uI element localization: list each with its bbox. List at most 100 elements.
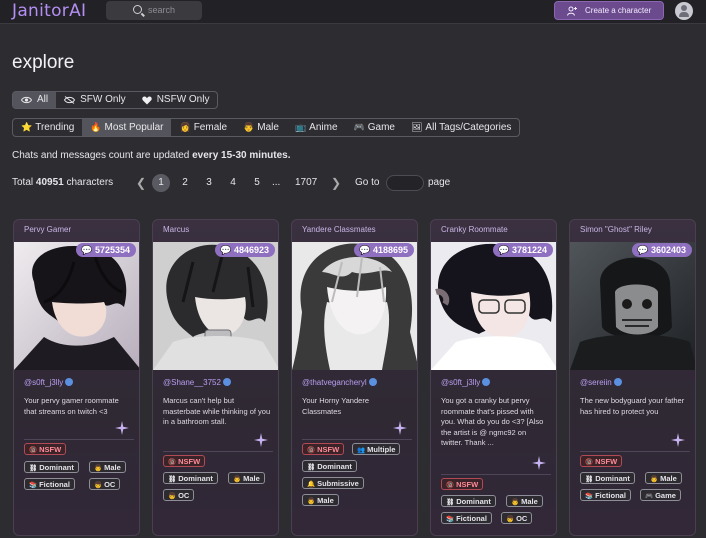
creator-link[interactable]: @s0ft_j3lly <box>441 378 491 387</box>
page-3[interactable]: 3 <box>200 174 218 192</box>
filter-nsfw-label: NSFW Only <box>156 94 210 105</box>
message-count: 4846923 <box>233 245 269 255</box>
tag-male[interactable]: 👨 Male <box>302 494 339 506</box>
message-count: 4188695 <box>372 245 408 255</box>
tag-nsfw[interactable]: 🔞 NSFW <box>302 443 345 455</box>
character-card[interactable]: Simon "Ghost" Riley 💬 3602403 @sereiin T… <box>569 219 696 536</box>
total-label: Total 40951 characters <box>12 174 113 192</box>
tag-male[interactable]: 👨 Male <box>645 472 682 484</box>
tag-dominant[interactable]: ⛓ Dominant <box>580 472 635 484</box>
page-4[interactable]: 4 <box>224 174 242 192</box>
tag-fictional[interactable]: 📚 Fictional <box>580 489 631 501</box>
tag-nsfw[interactable]: 🔞 NSFW <box>580 455 623 467</box>
tag-nsfw[interactable]: 🔞 NSFW <box>163 455 206 467</box>
card-description: Marcus can't help but masterbate while t… <box>163 396 271 426</box>
tag-dominant[interactable]: ⛓ Dominant <box>163 472 218 484</box>
character-card[interactable]: Marcus 💬 4846923 @Shane__3752 Marcus can… <box>152 219 279 536</box>
notice-emphasis: every 15-30 minutes. <box>192 150 291 161</box>
book-icon: 📚 <box>585 493 594 500</box>
message-count: 3602403 <box>650 245 686 255</box>
tag-dominant[interactable]: ⛓ Dominant <box>441 495 496 507</box>
category-tabs: ⭐ Trending 🔥 Most Popular 👩 Female 👨 Male 📺 A… <box>12 118 521 137</box>
tag-label: OC <box>104 480 116 489</box>
character-card[interactable]: Yandere Classmates 💬 4188695 @thatveganc… <box>291 219 418 536</box>
character-card[interactable]: Pervy Gamer 💬 5725354 @s0ft_j3lly Your p… <box>13 219 140 536</box>
sparkle-icon <box>671 433 685 447</box>
filter-sfw[interactable]: SFW Only <box>56 92 134 108</box>
book-icon: 📚 <box>29 482 38 489</box>
add-user-icon <box>567 6 577 16</box>
message-count-badge: 💬 3781224 <box>493 243 553 257</box>
card-description: Your pervy gamer roommate that streams o… <box>24 396 119 416</box>
sparkle-icon <box>393 421 407 435</box>
tag-label: NSFW <box>317 445 340 454</box>
search-input[interactable] <box>148 3 200 17</box>
tag-dominant[interactable]: ⛓ Dominant <box>24 461 79 473</box>
tag-dominant[interactable]: ⛓ Dominant <box>302 460 357 472</box>
tag-oc[interactable]: 👦 OC <box>501 512 533 524</box>
picture-icon: 🖼 <box>410 122 423 132</box>
goto-page-input[interactable] <box>386 175 424 191</box>
page-1[interactable]: 1 <box>152 174 170 192</box>
creator-name: @thatvegancheryl <box>302 378 367 387</box>
create-character-label: Create a character <box>585 6 652 15</box>
tag-nsfw[interactable]: 🔞 NSFW <box>441 478 484 490</box>
total-count: 40951 <box>35 177 64 188</box>
tab-game[interactable]: 🎮 Game <box>346 119 403 136</box>
tag-multiple[interactable]: 👥 Multiple <box>352 443 401 455</box>
character-card[interactable]: Cranky Roommate 💬 3781224 @s0ft_j3lly Yo… <box>430 219 557 536</box>
creator-link[interactable]: @s0ft_j3lly <box>24 378 74 387</box>
creator-link[interactable]: @Shane__3752 <box>163 378 231 387</box>
card-title: Yandere Classmates <box>302 225 376 234</box>
tag-submissive[interactable]: 🔔 Submissive <box>302 477 364 489</box>
tab-all-tags[interactable]: 🖼 All Tags/Categories <box>403 119 519 136</box>
notice-prefix: Chats and messages count are updated <box>12 150 193 161</box>
message-count: 5725354 <box>94 245 130 255</box>
tag-oc[interactable]: 👦 OC <box>163 489 195 501</box>
create-character-button[interactable]: Create a character <box>554 1 664 20</box>
character-image <box>153 242 278 370</box>
tag-male[interactable]: 👨 Male <box>89 461 126 473</box>
next-page-icon[interactable]: ❯ <box>331 174 341 192</box>
message-count-badge: 💬 3602403 <box>632 243 692 257</box>
filter-nsfw[interactable]: NSFW Only <box>134 92 218 108</box>
gamepad-icon: 🎮 <box>353 122 365 132</box>
nsfw-icon: 🔞 <box>446 482 455 489</box>
creator-link[interactable]: @sereiin <box>580 378 622 387</box>
male-icon: 👨 <box>94 465 103 472</box>
tv-icon: 📺 <box>294 122 307 132</box>
tag-nsfw[interactable]: 🔞 NSFW <box>24 443 67 455</box>
page-last[interactable]: 1707 <box>295 174 317 192</box>
tab-most-popular[interactable]: 🔥 Most Popular <box>82 119 172 136</box>
message-count-badge: 💬 4846923 <box>215 243 275 257</box>
search-box[interactable] <box>106 1 202 20</box>
filter-all[interactable]: All <box>13 92 57 108</box>
verified-icon <box>65 378 74 386</box>
filter-all-label: All <box>37 94 49 105</box>
prev-page-icon[interactable]: ❮ <box>136 174 146 192</box>
tag-male[interactable]: 👨 Male <box>228 472 265 484</box>
tag-label: Dominant <box>595 474 630 483</box>
tag-fictional[interactable]: 📚 Fictional <box>24 478 75 490</box>
tag-oc[interactable]: 👦 OC <box>89 478 121 490</box>
card-title: Cranky Roommate <box>441 225 508 234</box>
tab-anime[interactable]: 📺 Anime <box>287 119 346 136</box>
male-icon: 👨 <box>307 498 316 505</box>
goto-label: Go to <box>355 177 380 188</box>
tab-female[interactable]: 👩 Female <box>171 119 235 136</box>
tag-label: NSFW <box>595 457 618 466</box>
tab-male[interactable]: 👨 Male <box>235 119 287 136</box>
creator-link[interactable]: @thatvegancheryl <box>302 378 377 387</box>
page-5[interactable]: 5 <box>248 174 266 192</box>
tag-game[interactable]: 🎮 Game <box>640 489 681 501</box>
gamepad-icon: 🎮 <box>645 493 654 500</box>
tab-trending[interactable]: ⭐ Trending <box>13 119 82 136</box>
sparkle-icon <box>532 456 546 470</box>
tag-male[interactable]: 👨 Male <box>506 495 543 507</box>
people-icon: 👥 <box>357 447 366 454</box>
update-notice: Chats and messages count are updated eve… <box>12 150 291 161</box>
tag-fictional[interactable]: 📚 Fictional <box>441 512 492 524</box>
logo[interactable]: JanitorAI <box>12 1 86 21</box>
page-2[interactable]: 2 <box>176 174 194 192</box>
avatar[interactable] <box>675 2 693 20</box>
